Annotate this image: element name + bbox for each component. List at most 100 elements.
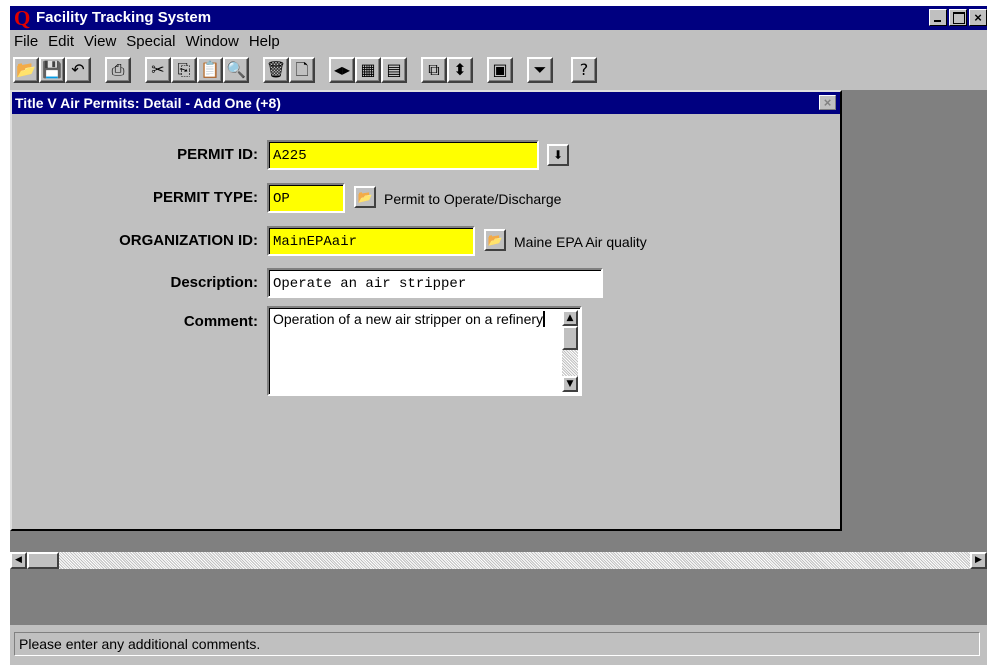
calculator-icon: ▣ [492, 60, 508, 79]
close-button[interactable]: × [969, 9, 987, 26]
scroll-thumb[interactable] [562, 326, 578, 350]
cascade-button[interactable]: ⧉ [421, 57, 447, 83]
organization-id-label: ORGANIZATION ID: [119, 232, 258, 249]
find-button[interactable]: 🔍 [223, 57, 249, 83]
minimize-button[interactable] [929, 9, 947, 26]
description-field[interactable]: Operate an air stripper [267, 268, 603, 298]
cut-icon: ✂ [151, 60, 165, 79]
open-folder-icon: 📂 [487, 233, 503, 247]
menu-edit-label: Edit [48, 32, 75, 50]
menu-help-label: Help [248, 32, 280, 50]
close-icon: × [823, 95, 832, 110]
maximize-icon [953, 12, 965, 24]
menu-window-label: Window [185, 32, 239, 50]
cut-button[interactable]: ✂ [145, 57, 171, 83]
comment-textarea[interactable]: Operation of a new air stripper on a ref… [267, 306, 582, 396]
menu-file[interactable]: File [10, 33, 44, 50]
arrow-down-icon: ⬇ [552, 148, 564, 162]
delete-trash-icon: 🗑 [265, 60, 287, 79]
comment-text: Operation of a new air stripper on a ref… [273, 310, 573, 328]
scroll-down-button[interactable]: ▼ [562, 376, 578, 392]
mdi-workspace: Title V Air Permits: Detail - Add One (+… [10, 90, 987, 552]
organization-description: Maine EPA Air quality [514, 234, 647, 250]
maximize-button[interactable] [949, 9, 967, 26]
new-record-icon: 🗋 [295, 60, 309, 79]
filter-button[interactable]: ⏷ [527, 57, 553, 83]
toolbar: 📂 💾 ↶ ⎙ ✂ ⎘ 📋 🔍 🗑 🗋 ◂▸ ▦ ▤ ⧉ ⬍ ▣ ⏷ ? [10, 54, 987, 88]
open-button[interactable]: 📂 [13, 57, 39, 83]
cascade-windows-icon: ⧉ [428, 60, 440, 79]
workspace-bottom-area [10, 569, 987, 625]
navigate-button[interactable]: ◂▸ [329, 57, 355, 83]
undo-icon: ↶ [71, 60, 85, 79]
new-record-button[interactable]: 🗋 [289, 57, 315, 83]
delete-button[interactable]: 🗑 [263, 57, 289, 83]
menu-file-label: File [14, 32, 39, 50]
open-folder-icon: 📂 [16, 60, 36, 79]
menu-help[interactable]: Help [245, 33, 286, 50]
print-button[interactable]: ⎙ [105, 57, 131, 83]
copy-button[interactable]: ⎘ [171, 57, 197, 83]
scroll-up-button[interactable]: ▲ [562, 310, 578, 326]
status-bar: Please enter any additional comments. [14, 632, 980, 656]
arrow-left-icon: ◀ [15, 555, 22, 565]
minimize-icon [934, 20, 941, 22]
menu-special[interactable]: Special [122, 33, 181, 50]
menu-view-label: View [84, 32, 117, 50]
scroll-updown-icon: ⬍ [453, 60, 467, 79]
find-icon: 🔍 [226, 60, 246, 79]
paste-icon: 📋 [200, 60, 220, 79]
description-label: Description: [170, 274, 258, 291]
calculator-button[interactable]: ▣ [487, 57, 513, 83]
grid-view-icon: ▦ [360, 60, 376, 79]
menu-view[interactable]: View [80, 33, 122, 50]
permit-id-field[interactable]: A225 [267, 140, 539, 170]
grid-view-button[interactable]: ▦ [355, 57, 381, 83]
copy-icon: ⎘ [177, 60, 191, 79]
child-title-bar[interactable]: Title V Air Permits: Detail - Add One (+… [12, 92, 840, 114]
window-controls: × [929, 9, 987, 26]
application-window: Q Facility Tracking System × File Edit V… [10, 6, 987, 665]
menu-window[interactable]: Window [181, 33, 244, 50]
scroll-button[interactable]: ⬍ [447, 57, 473, 83]
form-view-button[interactable]: ▤ [381, 57, 407, 83]
comment-value: Operation of a new air stripper on a ref… [273, 311, 544, 327]
child-window-title: Title V Air Permits: Detail - Add One (+… [15, 95, 281, 111]
arrow-up-icon: ▲ [566, 313, 574, 323]
text-caret [543, 311, 546, 327]
app-title-bar[interactable]: Q Facility Tracking System × [10, 6, 987, 30]
save-disk-icon: 💾 [42, 60, 62, 79]
app-title: Facility Tracking System [36, 9, 212, 26]
organization-id-field[interactable]: MainEPAair [267, 226, 475, 256]
permit-type-field[interactable]: OP [267, 183, 345, 213]
permit-id-label: PERMIT ID: [177, 146, 258, 163]
app-logo-icon[interactable]: Q [14, 8, 32, 29]
paste-button[interactable]: 📋 [197, 57, 223, 83]
permit-type-label: PERMIT TYPE: [152, 189, 258, 206]
comment-vertical-scrollbar[interactable]: ▲ ▼ [562, 310, 578, 392]
arrow-right-icon: ▶ [975, 555, 982, 565]
undo-button[interactable]: ↶ [65, 57, 91, 83]
form-view-icon: ▤ [386, 60, 402, 79]
scroll-left-button[interactable]: ◀ [10, 552, 27, 569]
organization-id-lookup-button[interactable]: 📂 [484, 229, 506, 251]
filter-funnel-icon: ⏷ [533, 60, 547, 79]
child-close-button[interactable]: × [819, 95, 836, 110]
permit-type-description: Permit to Operate/Discharge [384, 191, 562, 207]
menu-bar: File Edit View Special Window Help [10, 30, 987, 52]
menu-edit[interactable]: Edit [44, 33, 80, 50]
menu-special-label: Special [126, 32, 176, 50]
open-folder-icon: 📂 [357, 190, 373, 204]
permit-id-dropdown-button[interactable]: ⬇ [547, 144, 569, 166]
arrow-down-icon: ▼ [566, 379, 574, 389]
horizontal-scroll-thumb[interactable] [27, 552, 59, 569]
save-button[interactable]: 💾 [39, 57, 65, 83]
workspace-horizontal-scrollbar[interactable]: ◀ ▶ [10, 552, 987, 569]
scroll-right-button[interactable]: ▶ [970, 552, 987, 569]
permit-type-lookup-button[interactable]: 📂 [354, 186, 376, 208]
close-icon: × [974, 10, 982, 25]
help-button[interactable]: ? [571, 57, 597, 83]
help-icon: ? [579, 60, 589, 79]
print-icon: ⎙ [111, 60, 125, 79]
permit-detail-window: Title V Air Permits: Detail - Add One (+… [10, 90, 842, 531]
